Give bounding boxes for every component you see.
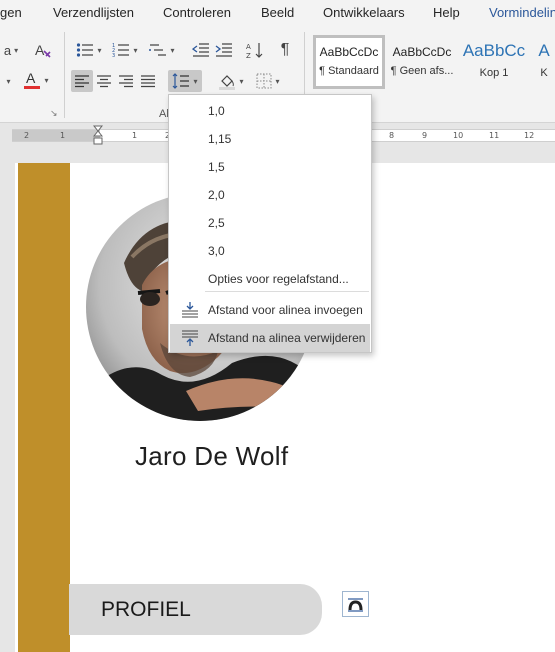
ruler-tick: 2 xyxy=(24,131,30,140)
ruler-tick: 12 xyxy=(524,131,535,140)
option-label: Afstand na alinea verwijderen xyxy=(208,331,366,345)
option-label: 2,0 xyxy=(208,188,225,202)
layout-options-icon[interactable] xyxy=(342,591,369,617)
line-spacing-option-2-5[interactable]: 2,5 xyxy=(170,209,370,237)
style-sample: A xyxy=(538,41,550,60)
borders-button[interactable]: ▾ xyxy=(251,70,285,92)
space-before-icon xyxy=(182,302,198,318)
align-center-icon[interactable] xyxy=(93,70,115,92)
font-size-dropdown[interactable]: a ▾ xyxy=(0,39,22,61)
numbering-button[interactable]: 1 2 3 ▾ xyxy=(108,39,142,61)
remove-space-after-paragraph[interactable]: Afstand na alinea verwijderen xyxy=(170,324,370,352)
font-color-button[interactable]: A ▾ xyxy=(20,69,52,91)
line-spacing-option-2-0[interactable]: 2,0 xyxy=(170,181,370,209)
ruler-tick: 1 xyxy=(132,131,138,140)
line-spacing-menu: 1,0 1,15 1,5 2,0 2,5 3,0 Opties voor reg… xyxy=(168,94,372,353)
svg-text:3: 3 xyxy=(112,53,115,58)
menu-tab-ontwikkelaars[interactable]: Ontwikkelaars xyxy=(323,5,405,20)
style-geen-afstand[interactable]: AaBbCcDc ¶ Geen afs... xyxy=(386,38,458,92)
style-name: ¶ Standaard xyxy=(319,65,379,77)
line-spacing-options-link[interactable]: Opties voor regelafstand... xyxy=(170,265,370,293)
menu-divider xyxy=(205,291,369,292)
sort-icon[interactable]: AZ xyxy=(244,39,266,61)
line-spacing-button[interactable]: ▾ xyxy=(168,70,202,92)
dialog-launcher-icon[interactable]: ↘ xyxy=(50,108,58,119)
menu-tab-ontwerp[interactable]: gen xyxy=(0,5,22,20)
multilevel-list-button[interactable]: ▾ xyxy=(145,39,179,61)
menu-tab-controleren[interactable]: Controleren xyxy=(163,5,231,20)
section-heading-profiel: PROFIEL xyxy=(101,598,191,621)
person-name: Jaro De Wolf xyxy=(135,441,289,471)
svg-text:Z: Z xyxy=(246,52,251,59)
chevron-down-icon[interactable]: ▾ xyxy=(0,70,14,92)
align-right-icon[interactable] xyxy=(115,70,137,92)
bullets-button[interactable]: ▾ xyxy=(72,39,106,61)
menu-tab-help[interactable]: Help xyxy=(433,5,460,20)
menu-tab-vormindeling[interactable]: Vormindelin xyxy=(489,5,555,20)
svg-text:A: A xyxy=(35,42,45,58)
style-name: Kop 1 xyxy=(479,67,509,79)
justify-icon[interactable] xyxy=(137,70,159,92)
option-label: Opties voor regelafstand... xyxy=(208,272,349,286)
ruler-tick: 9 xyxy=(422,131,428,140)
style-sample: AaBbCcDc xyxy=(392,45,452,59)
ruler-tick: 8 xyxy=(389,131,395,140)
style-sample: AaBbCcDc xyxy=(319,45,379,59)
style-kop-2[interactable]: A K xyxy=(533,38,555,92)
ruler-tick: 10 xyxy=(453,131,464,140)
indent-marker-icon[interactable] xyxy=(93,125,103,147)
add-space-before-paragraph[interactable]: Afstand voor alinea invoegen xyxy=(170,296,370,324)
accent-sidebar-bar xyxy=(18,163,70,652)
style-name: ¶ Geen afs... xyxy=(390,65,454,77)
line-spacing-option-1-15[interactable]: 1,15 xyxy=(170,125,370,153)
style-kop-1[interactable]: AaBbCc Kop 1 xyxy=(458,38,530,92)
option-label: 1,0 xyxy=(208,104,225,118)
line-spacing-option-1-5[interactable]: 1,5 xyxy=(170,153,370,181)
option-label: 1,5 xyxy=(208,160,225,174)
option-label: 1,15 xyxy=(208,132,232,146)
option-label: 3,0 xyxy=(208,244,225,258)
shading-button[interactable]: ▾ xyxy=(214,70,248,92)
style-standaard[interactable]: AaBbCcDc ¶ Standaard xyxy=(313,35,385,89)
option-label: Afstand voor alinea invoegen xyxy=(208,303,363,317)
menu-tab-verzendlijsten[interactable]: Verzendlijsten xyxy=(53,5,134,20)
option-label: 2,5 xyxy=(208,216,225,230)
clear-formatting-icon[interactable]: A xyxy=(32,39,54,61)
line-spacing-option-3-0[interactable]: 3,0 xyxy=(170,237,370,265)
show-formatting-marks-icon[interactable]: ¶ xyxy=(274,39,296,61)
ruler-tick: 11 xyxy=(489,131,500,140)
decrease-indent-icon[interactable] xyxy=(190,39,212,61)
style-sample: AaBbCc xyxy=(462,41,526,60)
svg-text:A: A xyxy=(246,43,251,51)
space-after-icon xyxy=(182,330,198,346)
ruler-tick: 1 xyxy=(60,131,66,140)
ribbon-separator xyxy=(64,32,65,118)
style-name: K xyxy=(540,67,548,79)
line-spacing-option-1-0[interactable]: 1,0 xyxy=(170,97,370,125)
svg-text:A: A xyxy=(26,70,36,86)
increase-indent-icon[interactable] xyxy=(213,39,235,61)
menu-tab-beeld[interactable]: Beeld xyxy=(261,5,294,20)
menu-bar: gen Verzendlijsten Controleren Beeld Ont… xyxy=(0,0,555,28)
align-left-icon[interactable] xyxy=(71,70,93,92)
